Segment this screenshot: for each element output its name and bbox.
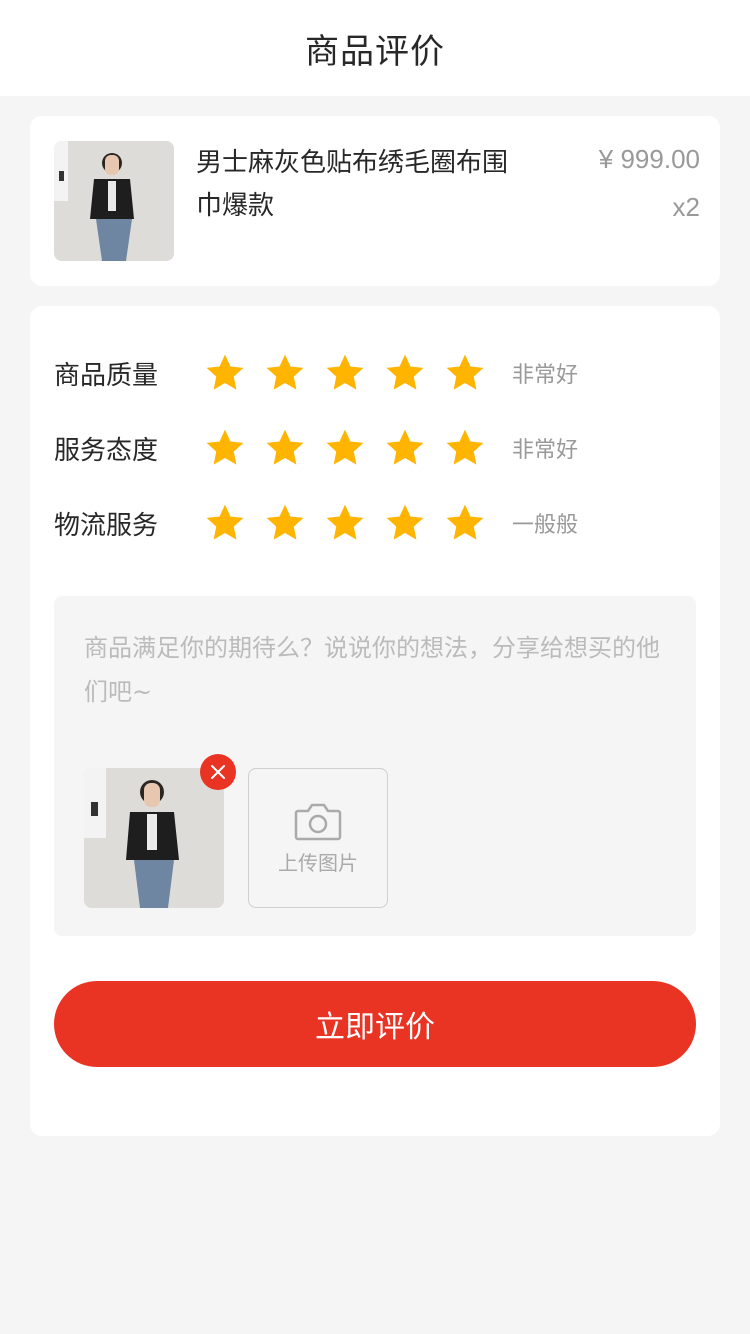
product-card: 男士麻灰色贴布绣毛圈布围巾爆款 ¥ 999.00 x2 (30, 116, 720, 286)
rating-label: 商品质量 (54, 360, 159, 391)
star-icon[interactable] (264, 502, 306, 544)
close-icon (211, 765, 225, 779)
rating-text: 非常好 (512, 438, 579, 463)
product-quantity: x2 (672, 192, 700, 222)
submit-review-button[interactable]: 立即评价 (54, 981, 696, 1067)
star-icon[interactable] (384, 502, 426, 544)
star-icon[interactable] (264, 427, 306, 469)
rating-row-quality: 商品质量 非常好 (54, 348, 694, 398)
star-icon[interactable] (264, 352, 306, 394)
star-icon[interactable] (324, 352, 366, 394)
star-icon[interactable] (204, 502, 246, 544)
star-icon[interactable] (444, 427, 486, 469)
rating-text: 一般般 (512, 513, 579, 538)
star-icon[interactable] (204, 427, 246, 469)
uploaded-image (84, 768, 224, 908)
upload-image-button[interactable]: 上传图片 (248, 768, 388, 908)
star-icon[interactable] (444, 502, 486, 544)
delete-image-button[interactable] (200, 754, 236, 790)
nav-bar: 商品评价 (0, 0, 750, 96)
product-image (54, 141, 174, 261)
rating-label: 物流服务 (54, 510, 159, 541)
star-icon[interactable] (204, 352, 246, 394)
star-rating[interactable] (204, 352, 504, 394)
star-icon[interactable] (384, 427, 426, 469)
upload-label: 上传图片 (278, 850, 358, 875)
rating-label: 服务态度 (54, 435, 159, 466)
rating-row-service: 服务态度 非常好 (54, 423, 694, 473)
star-icon[interactable] (384, 352, 426, 394)
evaluation-card: 商品质量 非常好 服务态度 非常好 物流服务 一般般 商品满足你的期待么？说说你… (30, 306, 720, 1136)
page-title: 商品评价 (305, 31, 445, 72)
star-rating[interactable] (204, 502, 504, 544)
comment-box: 上传图片 (54, 596, 696, 936)
camera-icon (294, 803, 342, 840)
star-icon[interactable] (324, 502, 366, 544)
product-name: 男士麻灰色贴布绣毛圈布围巾爆款 (196, 148, 509, 221)
product-price: ¥ 999.00 (598, 144, 700, 174)
star-icon[interactable] (444, 352, 486, 394)
rating-row-logistics: 物流服务 一般般 (54, 498, 694, 548)
star-rating[interactable] (204, 427, 504, 469)
star-icon[interactable] (324, 427, 366, 469)
comment-input[interactable] (84, 626, 664, 716)
rating-text: 非常好 (512, 363, 579, 388)
